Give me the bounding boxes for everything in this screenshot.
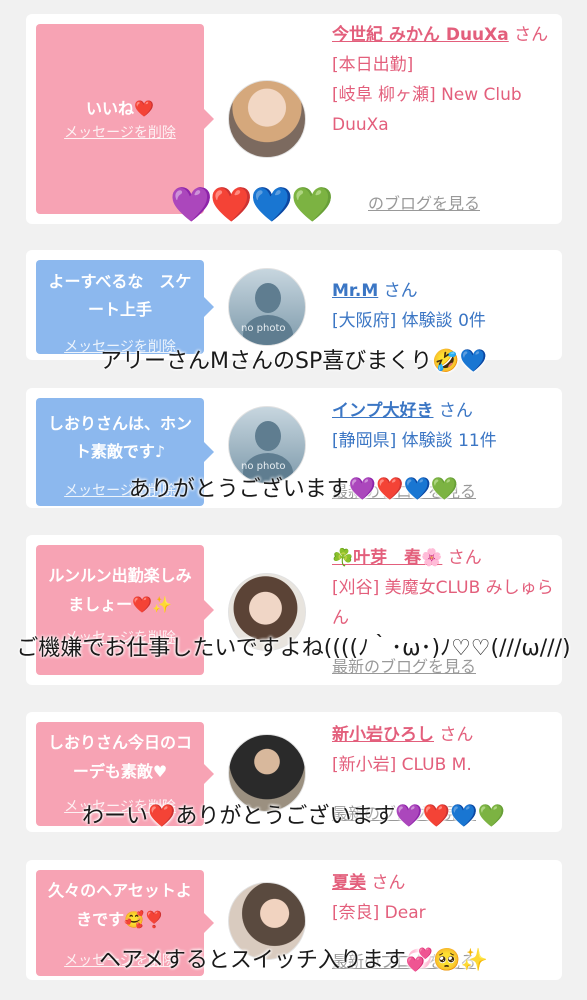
message-card: よーすべるな スケート上手 メッセージを削除 no photo Mr.M さん … (26, 250, 562, 360)
caption: ありがとうございます💜❤️💙💚 (128, 477, 459, 502)
hearts-emoji: 💜❤️💙💚 (170, 185, 333, 225)
no-photo-label: no photo (241, 461, 286, 472)
user-status: さん (383, 281, 418, 301)
user-name-link[interactable]: 夏美 (332, 873, 366, 893)
user-name-link[interactable]: 今世紀 みかん DuuXa (332, 25, 509, 45)
message-text: ルンルン出勤楽しみましょー❤️✨ (48, 566, 192, 614)
message-bubble: よーすべるな スケート上手 メッセージを削除 (36, 260, 214, 355)
user-meta: [岐阜 柳ヶ瀬] New Club DuuXa (332, 85, 522, 135)
message-text: いいね❤️ (86, 99, 154, 118)
caption: ご機嫌でお仕事したいですよね((((ﾉ｀･ω･)ﾉ♡♡(///ω///) (16, 636, 571, 661)
caption: アリーさんMさんのSP喜びまくり🤣💙 (100, 349, 487, 374)
user-status: さん (447, 548, 482, 568)
delete-message-link[interactable]: メッセージを削除 (36, 124, 204, 142)
user-status: さん (371, 873, 406, 893)
user-name-link[interactable]: Mr.M (332, 281, 378, 301)
user-meta: [新小岩] CLUB M. (332, 755, 472, 775)
message-text: よーすべるな スケート上手 (48, 272, 192, 319)
user-status: さん (438, 401, 473, 421)
user-status: さん (439, 725, 474, 745)
avatar[interactable]: no photo (228, 268, 306, 346)
user-name-link[interactable]: インプ大好き (332, 401, 434, 421)
user-name-link[interactable]: 新小岩ひろし (332, 725, 434, 745)
message-text: しおりさんは、ホント素敵です♪ (47, 414, 192, 461)
message-text: 久々のヘアセットよきです🥰❣️ (48, 881, 192, 929)
message-text: しおりさん今日のコーデも素敵♥ (47, 733, 192, 781)
user-meta: [刈谷] 美魔女CLUB みしゅらん (332, 578, 554, 628)
user-meta: [奈良] Dear (332, 903, 426, 923)
blog-link[interactable]: のブログを見る (368, 190, 480, 214)
caption: わーい❤️ありがとうございます💜❤️💙💚 (82, 804, 505, 829)
no-photo-label: no photo (241, 323, 286, 334)
user-meta: [静岡県] 体験談 11件 (332, 431, 497, 451)
user-name-link[interactable]: ☘️叶芽 春🌸 (332, 548, 442, 568)
user-meta: [大阪府] 体験談 0件 (332, 311, 486, 331)
avatar[interactable] (228, 80, 306, 158)
caption: ヘアメするとスイッチ入ります💞🥺✨ (98, 948, 489, 973)
